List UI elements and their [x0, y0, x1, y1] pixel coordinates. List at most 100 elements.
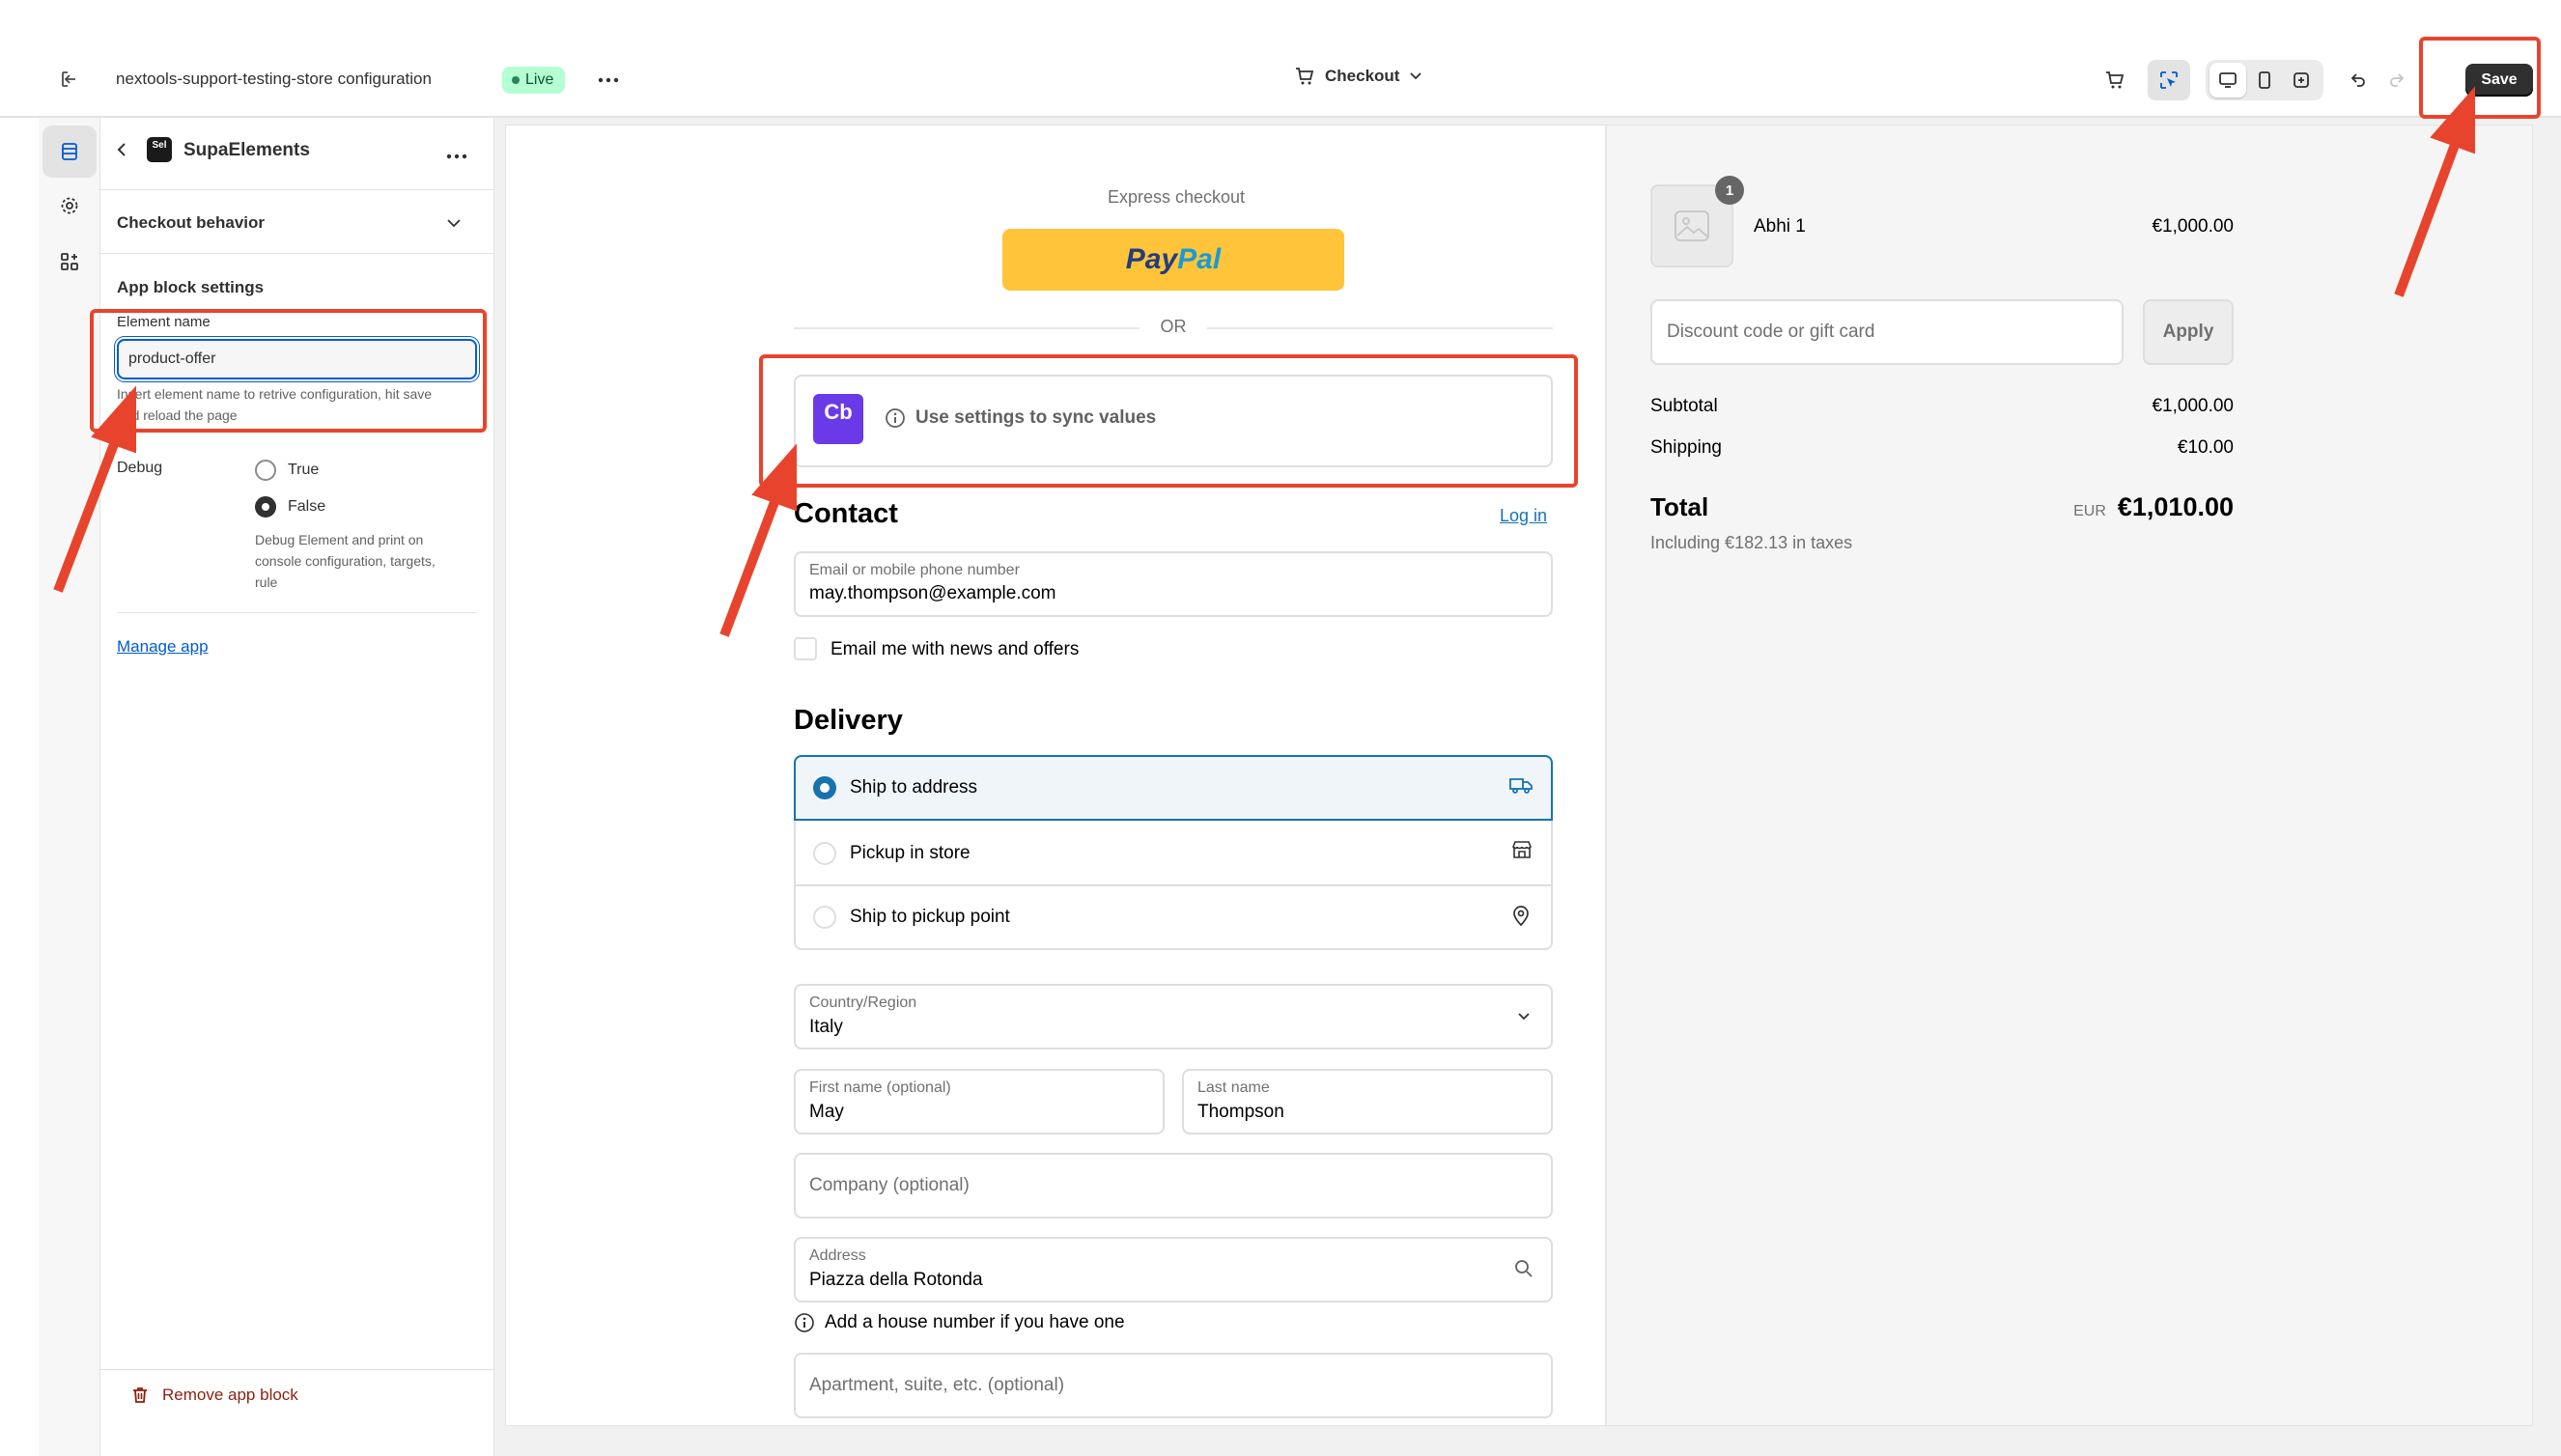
contact-title: Contact: [794, 498, 898, 529]
page-selector[interactable]: Checkout: [1294, 66, 1422, 87]
more-actions-icon[interactable]: [591, 66, 626, 95]
divider: [100, 253, 494, 254]
debug-true-radio[interactable]: [255, 460, 276, 481]
delivery-title: Delivery: [794, 705, 903, 736]
house-number-hint-text: Add a house number if you have one: [825, 1312, 1125, 1332]
divider: [794, 884, 1553, 886]
desktop-view-icon[interactable]: [2209, 63, 2246, 98]
inspector-select-icon[interactable]: [2148, 60, 2190, 100]
live-label: Live: [525, 71, 554, 88]
undo-icon[interactable]: [2341, 62, 2376, 98]
annotation-highlight-save: [2419, 37, 2541, 119]
total-amount: EUR €1,010.00: [1951, 492, 2234, 522]
country-label: Country/Region: [809, 994, 917, 1011]
shipping-value: €10.00: [2177, 437, 2234, 458]
annotation-highlight-app-block: [759, 354, 1578, 488]
address-value: Piazza della Rotonda: [809, 1270, 983, 1290]
divider: [100, 1369, 494, 1370]
cart-preview-icon[interactable]: [2096, 62, 2134, 98]
product-name: Abhi 1: [1754, 216, 1806, 237]
last-name-value: Thompson: [1197, 1102, 1284, 1122]
chevron-down-icon: [1410, 72, 1422, 80]
product-price: €1,000.00: [2152, 216, 2234, 237]
app-name: SupaElements: [183, 140, 310, 160]
login-link[interactable]: Log in: [1500, 506, 1547, 526]
subtotal-value: €1,000.00: [2152, 396, 2234, 416]
country-value: Italy: [809, 1017, 843, 1037]
total-value: €1,010.00: [2117, 492, 2234, 521]
settings-gear-icon[interactable]: [42, 180, 97, 232]
page-selector-label: Checkout: [1325, 67, 1400, 85]
quantity-badge: 1: [1715, 176, 1744, 205]
express-checkout-title: Express checkout: [1107, 187, 1246, 207]
apartment-placeholder: Apartment, suite, etc. (optional): [809, 1375, 1065, 1395]
pickup-store-label: Pickup in store: [850, 843, 971, 863]
debug-false-radio[interactable]: [255, 496, 276, 518]
apply-button[interactable]: Apply: [2143, 299, 2234, 365]
live-badge: Live: [502, 67, 566, 94]
remove-app-block-button[interactable]: Remove app block: [131, 1386, 298, 1405]
pickup-store-radio[interactable]: [813, 842, 836, 865]
last-name-label: Last name: [1197, 1079, 1270, 1096]
location-pin-icon: [1510, 904, 1532, 932]
redo-icon[interactable]: [2379, 62, 2414, 98]
ship-label: Ship to address: [850, 777, 978, 798]
info-icon: [795, 1313, 814, 1332]
app-logo-text: Sel: [152, 140, 167, 151]
newsletter-label: Email me with news and offers: [830, 639, 1080, 659]
store-icon: [1510, 838, 1534, 866]
email-label: Email or mobile phone number: [809, 562, 1020, 578]
fullscreen-view-icon[interactable]: [2283, 63, 2320, 98]
shipping-label: Shipping: [1650, 437, 1722, 458]
discount-placeholder: Discount code or gift card: [1667, 322, 1875, 342]
app-logo: Sel: [147, 137, 172, 162]
chevron-down-icon[interactable]: [446, 216, 462, 234]
truck-icon: [1508, 774, 1534, 800]
first-name-value: May: [809, 1102, 844, 1122]
paypal-pal-text: Pal: [1177, 243, 1222, 275]
debug-help: Debug Element and print on console config…: [255, 529, 477, 593]
company-placeholder: Company (optional): [809, 1175, 970, 1195]
checkout-behavior-toggle[interactable]: Checkout behavior: [117, 213, 265, 233]
debug-false-label: False: [288, 498, 326, 515]
debug-label: Debug: [117, 460, 163, 476]
chevron-down-icon: [1516, 1010, 1532, 1027]
pickup-point-label: Ship to pickup point: [850, 907, 1010, 927]
debug-help-line: Debug Element and print on: [255, 532, 424, 547]
divider: [117, 612, 476, 613]
subtotal-label: Subtotal: [1650, 396, 1718, 416]
paypal-pay-text: Pay: [1125, 243, 1178, 275]
exit-icon[interactable]: [54, 64, 85, 95]
apps-icon[interactable]: [42, 236, 97, 288]
first-name-label: First name (optional): [809, 1079, 951, 1096]
manage-app-link[interactable]: Manage app: [117, 637, 209, 657]
taxes-note: Including €182.13 in taxes: [1650, 533, 1853, 552]
mobile-view-icon[interactable]: [2246, 63, 2283, 98]
trash-icon: [133, 1387, 147, 1403]
house-number-hint: Add a house number if you have one: [794, 1312, 1125, 1333]
address-label: Address: [809, 1247, 866, 1264]
ship-radio[interactable]: [813, 776, 836, 799]
debug-help-line: console configuration, targets,: [255, 553, 436, 569]
editor-topbar: nextools-support-testing-store configura…: [0, 0, 2561, 118]
divider: [100, 189, 494, 190]
total-label: Total: [1650, 492, 1709, 521]
email-value: may.thompson@example.com: [809, 583, 1056, 603]
divider: [1207, 327, 1553, 329]
divider: [794, 327, 1140, 329]
or-label: OR: [1160, 317, 1187, 336]
panel-more-icon[interactable]: [446, 147, 467, 164]
paypal-button[interactable]: Pay Pal: [1002, 229, 1344, 291]
live-dot-icon: [512, 76, 520, 84]
cart-icon: [1296, 68, 1314, 85]
debug-true-label: True: [288, 462, 320, 478]
search-icon[interactable]: [1513, 1258, 1534, 1284]
image-placeholder-icon: [1674, 210, 1709, 241]
back-chevron-icon[interactable]: [114, 141, 129, 163]
debug-help-line: rule: [255, 574, 278, 590]
newsletter-checkbox[interactable]: [794, 637, 817, 660]
sections-icon[interactable]: [42, 126, 97, 178]
total-currency: EUR: [2073, 503, 2106, 519]
pickup-point-radio[interactable]: [813, 906, 836, 929]
block-settings-title: App block settings: [117, 278, 265, 296]
